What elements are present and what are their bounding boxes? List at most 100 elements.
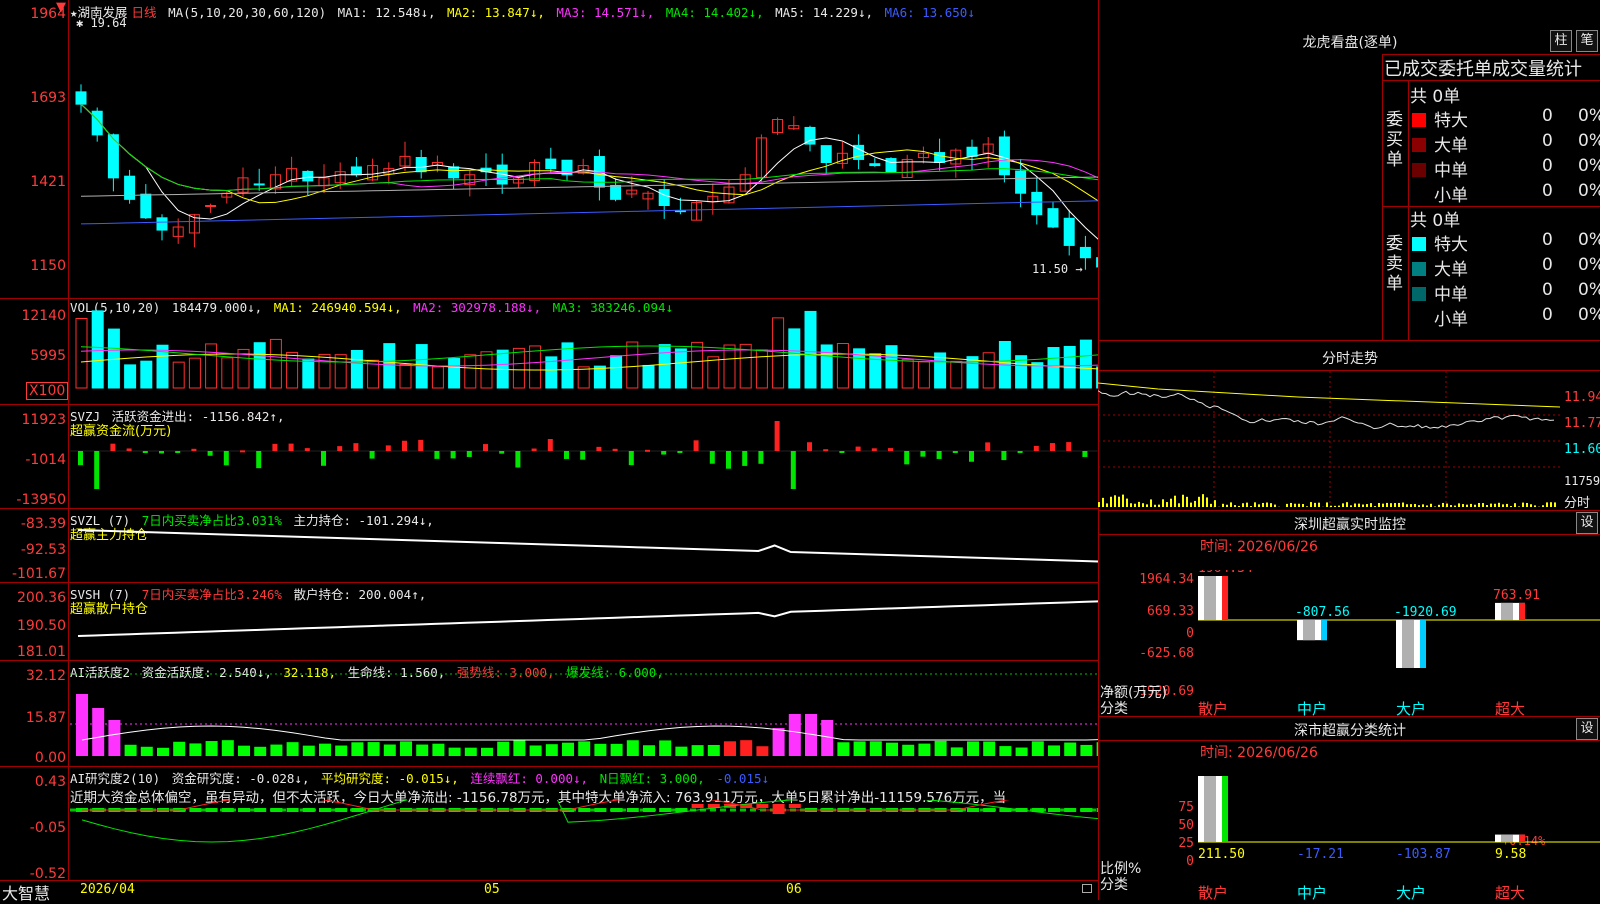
intraday-vol-bar bbox=[1174, 496, 1176, 507]
ai1-bar bbox=[594, 744, 606, 756]
ai1-bar bbox=[902, 745, 914, 756]
price-tick: 1150 bbox=[0, 258, 66, 274]
ai1-bar bbox=[157, 748, 169, 756]
intraday-vol-bar bbox=[1350, 505, 1352, 507]
buy-pct: 0% bbox=[1578, 106, 1600, 126]
monitor-settings-button[interactable]: 设 bbox=[1576, 512, 1598, 534]
svzj-bar bbox=[1001, 451, 1006, 460]
ai1-bar bbox=[1032, 741, 1044, 756]
svzj-bar bbox=[127, 448, 132, 451]
ai1-bar bbox=[886, 743, 898, 756]
intraday-vol-bar bbox=[1394, 503, 1396, 507]
volume-bar bbox=[983, 353, 994, 388]
volume-bar bbox=[578, 367, 589, 388]
volume-chart[interactable] bbox=[70, 300, 1098, 404]
monitor-bar-value: -1920.69 bbox=[1394, 605, 1457, 620]
candle-body bbox=[141, 194, 151, 218]
ai1-bar bbox=[319, 744, 331, 756]
svzj-bar bbox=[937, 451, 942, 459]
intraday-vol-bar bbox=[1526, 503, 1528, 507]
intraday-vol-bar bbox=[1270, 503, 1272, 507]
intraday-vol-bar bbox=[1130, 503, 1132, 507]
sell-row: 大单00% bbox=[1412, 255, 1598, 280]
intraday-vol-bar bbox=[1498, 503, 1500, 507]
svzj-bar bbox=[370, 451, 375, 459]
intraday-vol-bar bbox=[1118, 497, 1120, 507]
intraday-bottom bbox=[1098, 510, 1600, 511]
ai2-bar bbox=[627, 808, 639, 812]
volume-bar bbox=[692, 342, 703, 388]
divider-price bbox=[0, 298, 1098, 299]
intraday-vol-bar bbox=[1122, 495, 1124, 507]
intraday-vol-bar bbox=[1446, 504, 1448, 507]
buy-name: 中单 bbox=[1434, 161, 1468, 181]
buy-total: 共 0单 bbox=[1410, 82, 1460, 107]
ai2-bar bbox=[1048, 808, 1060, 812]
intraday-price-2: 11.77 bbox=[1564, 416, 1600, 431]
candle-body bbox=[659, 190, 669, 206]
monitor-bar-chart[interactable]: 1964.34散户-807.56中户-1920.69大户763.91超大 bbox=[1198, 570, 1600, 716]
intraday-vol-bar bbox=[1514, 503, 1516, 507]
classify-bar-chart[interactable]: 211.50散户-17.21中户-103.87大户9.58超大 bbox=[1198, 776, 1600, 900]
svzj-bar bbox=[1018, 451, 1023, 453]
ai2-chart[interactable] bbox=[70, 800, 1098, 880]
intraday-vol-bar bbox=[1198, 497, 1200, 507]
candle-body bbox=[416, 158, 426, 172]
volume-bar bbox=[173, 362, 184, 388]
lock-icon[interactable] bbox=[1082, 884, 1092, 893]
intraday-vol-bar bbox=[1362, 505, 1364, 507]
svzj-bar bbox=[305, 448, 310, 451]
intraday-vol-bar bbox=[1338, 506, 1340, 507]
intraday-vol-bar bbox=[1114, 495, 1116, 507]
classify-bar-edge bbox=[1519, 835, 1525, 842]
tick-view-button[interactable]: 笔 bbox=[1576, 30, 1598, 52]
svzj-chart[interactable] bbox=[70, 404, 1098, 508]
ai1-bar bbox=[740, 740, 752, 756]
volume-bar bbox=[756, 350, 767, 388]
svzj-bar bbox=[953, 451, 958, 453]
ai1-bar bbox=[1064, 743, 1076, 756]
intraday-vol-bar bbox=[1510, 506, 1512, 507]
monitor-bar-大户: -1920.69大户 bbox=[1394, 605, 1457, 716]
candle-body bbox=[76, 92, 86, 104]
classify-xlabel: 分类 bbox=[1100, 874, 1128, 894]
sell-count: 0 bbox=[1542, 255, 1553, 275]
classify-settings-button[interactable]: 设 bbox=[1576, 718, 1598, 740]
intraday-vol-bar bbox=[1418, 505, 1420, 507]
sell-count: 0 bbox=[1542, 305, 1553, 325]
svzj-bar bbox=[515, 451, 520, 468]
svzl-chart[interactable] bbox=[70, 508, 1098, 582]
svsh-chart[interactable] bbox=[70, 582, 1098, 660]
ai1-bar bbox=[967, 741, 979, 756]
intraday-chart[interactable] bbox=[1098, 371, 1560, 509]
ai2-bar bbox=[222, 808, 234, 812]
menu-arrow-icon[interactable]: ▼ bbox=[56, 0, 66, 15]
monitor-bar-value: 763.91 bbox=[1493, 588, 1540, 603]
intraday-vol-bar bbox=[1290, 503, 1292, 507]
ai1-chart[interactable] bbox=[70, 660, 1098, 766]
bar-view-button[interactable]: 柱 bbox=[1550, 30, 1572, 52]
svzj-tick: 11923 bbox=[0, 412, 66, 428]
volume-bar bbox=[1080, 340, 1091, 388]
intraday-vol-bar bbox=[1178, 503, 1180, 507]
intraday-vol-bar bbox=[1330, 506, 1332, 507]
ai2-bar bbox=[287, 808, 299, 812]
intraday-vol-bar bbox=[1366, 504, 1368, 507]
brand-label[interactable]: 大智慧 bbox=[2, 880, 50, 904]
ai2-tick: 0.43 bbox=[0, 774, 66, 790]
buy-pct: 0% bbox=[1578, 131, 1600, 151]
candlestick-chart[interactable] bbox=[70, 0, 1098, 298]
intraday-vol-bar bbox=[1554, 502, 1556, 507]
sell-count: 0 bbox=[1542, 280, 1553, 300]
volume-bar bbox=[675, 349, 686, 388]
intraday-vol-bar bbox=[1530, 504, 1532, 507]
ai1-bar bbox=[206, 741, 218, 756]
intraday-vol-bar bbox=[1398, 503, 1400, 507]
intraday-vol-bar bbox=[1450, 505, 1452, 507]
left-axis-divider bbox=[68, 0, 69, 880]
intraday-vol-bar bbox=[1238, 506, 1240, 507]
sell-name: 小单 bbox=[1434, 310, 1468, 330]
intraday-vol-bar bbox=[1294, 504, 1296, 507]
intraday-vol-bar bbox=[1102, 498, 1104, 507]
intraday-vol-bar bbox=[1162, 499, 1164, 507]
